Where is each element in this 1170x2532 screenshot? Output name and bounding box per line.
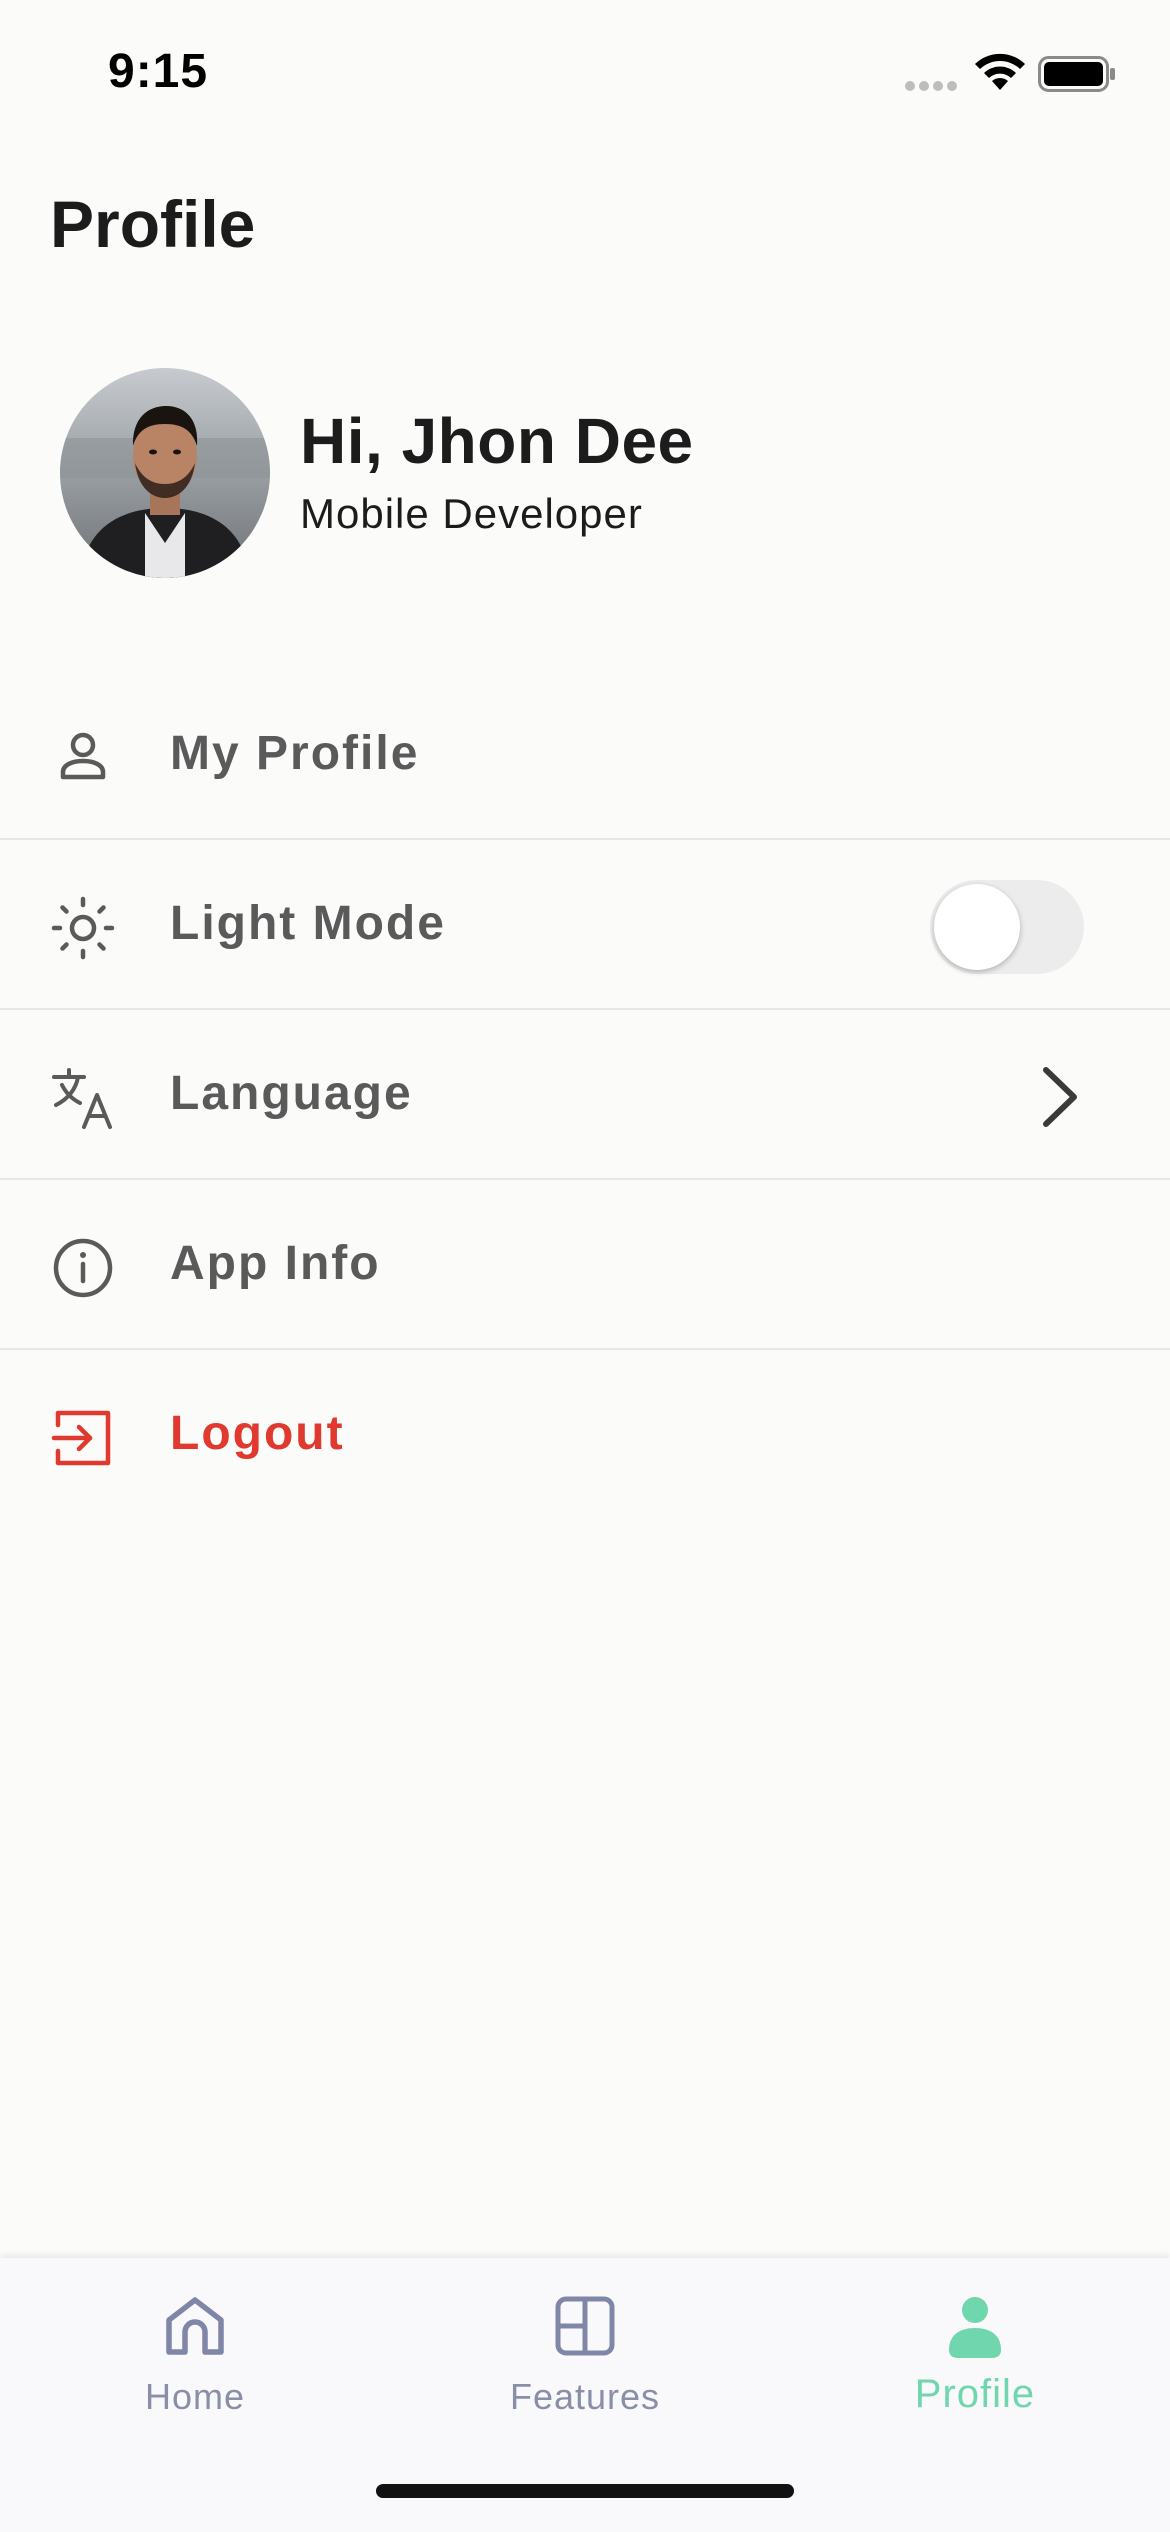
cellular-signal-icon [905,81,957,91]
status-time: 9:15 [108,45,209,98]
avatar-photo [60,368,270,578]
avatar [60,368,270,578]
light-mode-toggle[interactable] [930,880,1084,974]
person-icon [60,732,106,780]
battery-icon [1038,56,1115,92]
tab-label-features: Features [509,2376,661,2417]
menu-label-app-info: App Info [170,1237,381,1290]
translate-icon [52,1068,112,1129]
tab-profile[interactable]: Profile [780,2258,1170,2458]
menu-item-language[interactable]: Language [0,1010,1170,1180]
toggle-knob [934,884,1020,970]
tab-label-home: Home [144,2376,246,2417]
settings-menu: My Profile Light Mode Language App Info … [0,670,1170,1520]
menu-label-logout: Logout [170,1407,345,1460]
profile-icon [949,2297,1001,2358]
tab-features[interactable]: Features [390,2258,780,2458]
chevron-right-icon [1043,1067,1077,1127]
menu-item-logout[interactable]: Logout [0,1350,1170,1520]
menu-item-my-profile[interactable]: My Profile [0,670,1170,840]
user-role: Mobile Developer [300,490,643,537]
home-icon [166,2297,224,2355]
logout-icon [51,1410,111,1466]
menu-item-app-info[interactable]: App Info [0,1180,1170,1350]
tab-label-profile: Profile [914,2372,1036,2416]
home-indicator [376,2484,794,2498]
page-title: Profile [50,187,256,261]
status-bar: 9:15 [0,0,1170,140]
profile-screen: 9:15 Profile Hi, Jhon Dee Mobile Develop… [0,0,1170,2532]
sun-icon [51,896,115,960]
wifi-icon [975,53,1025,90]
menu-item-light-mode[interactable]: Light Mode [0,840,1170,1010]
menu-label-my-profile: My Profile [170,727,420,780]
menu-label-light-mode: Light Mode [170,897,446,950]
info-icon [53,1238,113,1298]
grid-icon [555,2296,615,2356]
menu-label-language: Language [170,1067,413,1120]
tab-home[interactable]: Home [0,2258,390,2458]
user-greeting: Hi, Jhon Dee [300,405,694,477]
